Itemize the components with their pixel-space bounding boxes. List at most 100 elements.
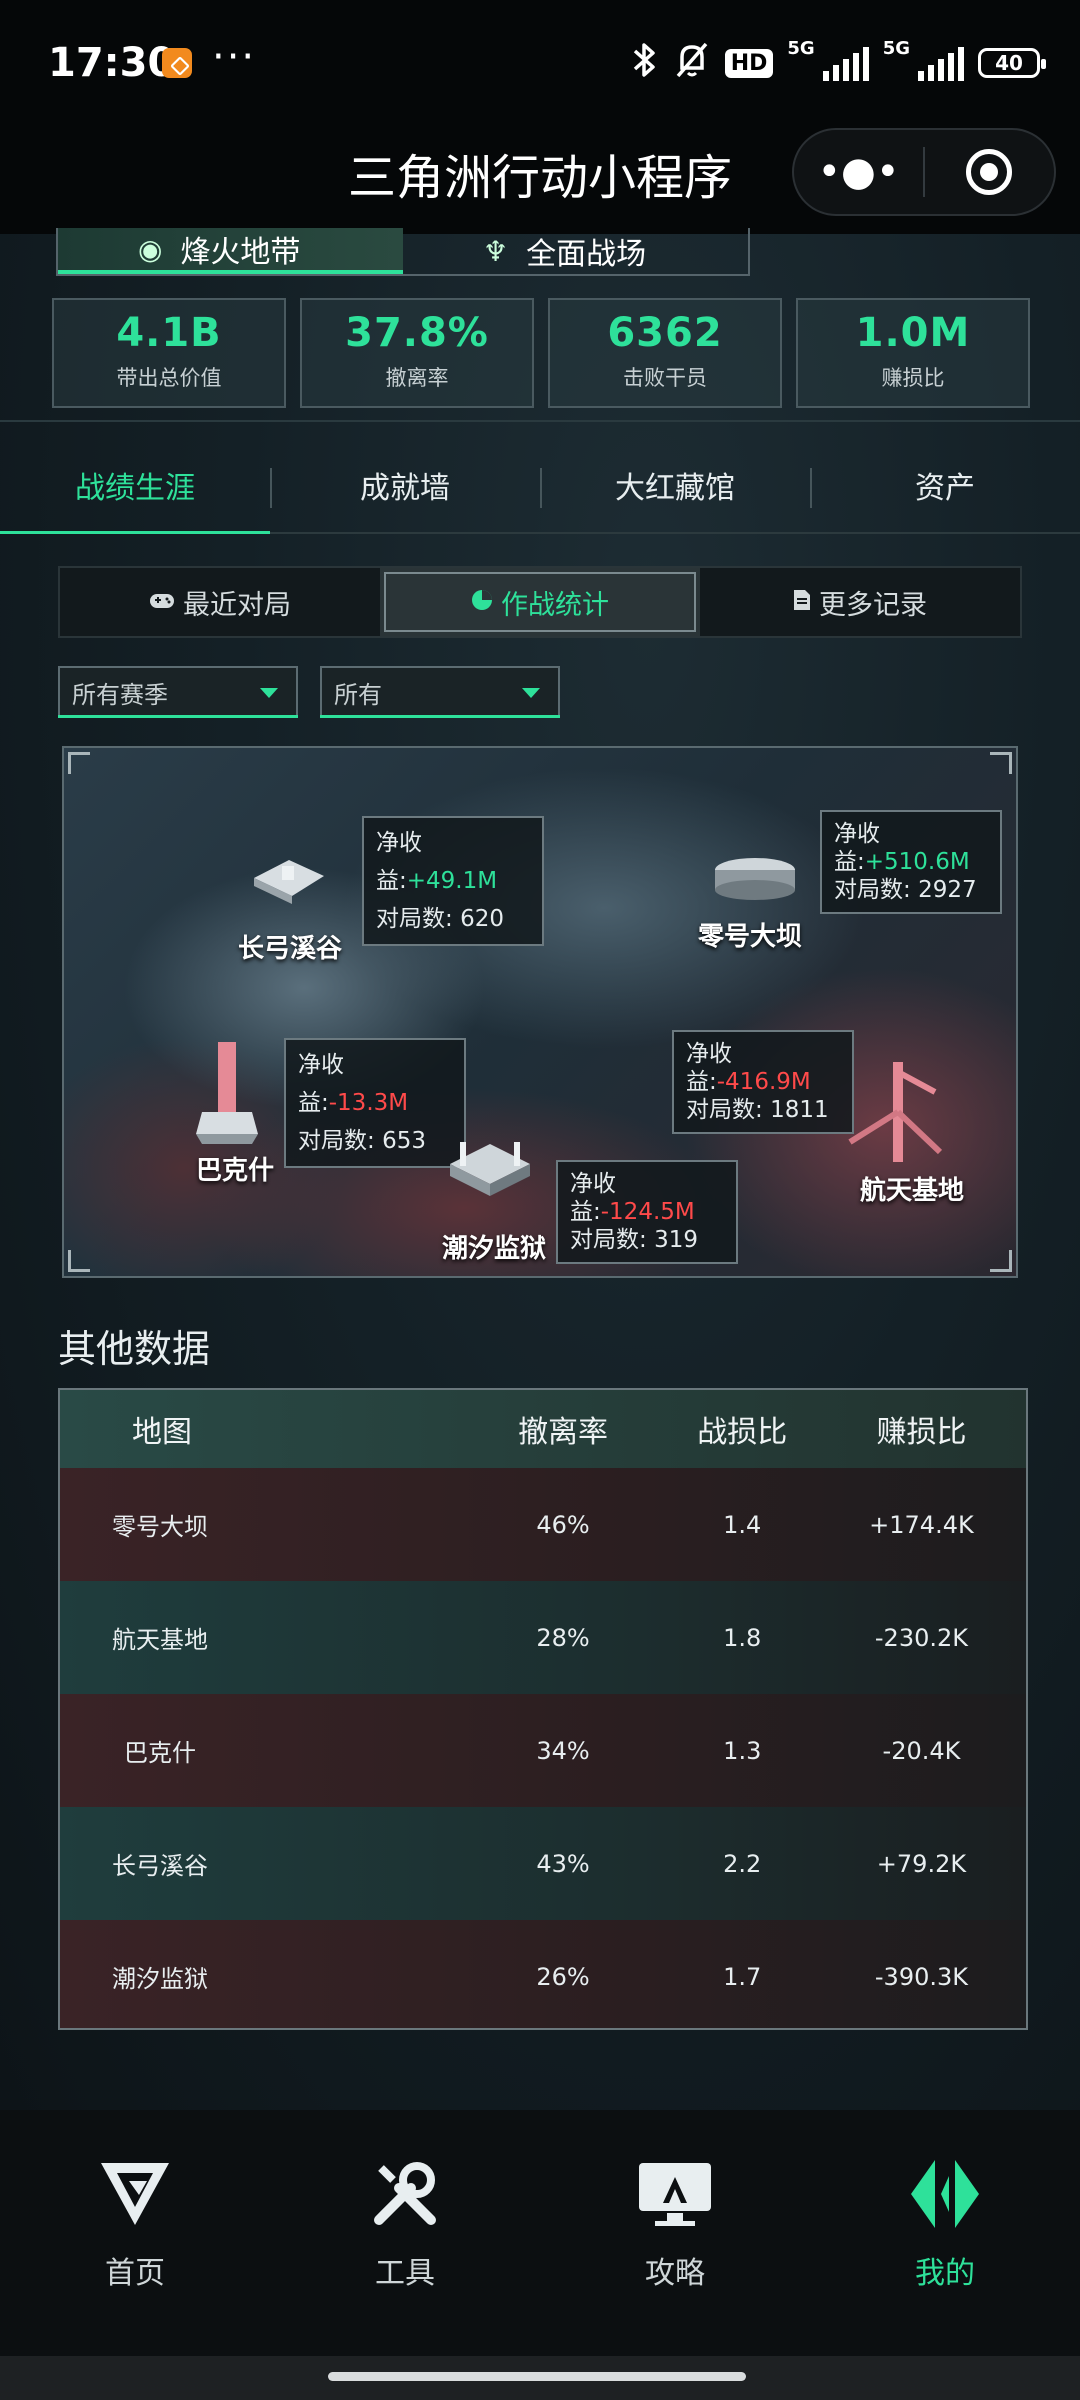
tab-assets[interactable]: 资产	[810, 438, 1080, 532]
cell-extraction: 26%	[536, 1962, 590, 1991]
net-profit-label: 净收	[570, 1171, 616, 1197]
stat-value: 1.0M	[855, 310, 971, 356]
cell-extraction: 46%	[536, 1510, 590, 1539]
cell-profit-loss: +79.2K	[876, 1849, 967, 1878]
match-count-label: 对局数:	[376, 906, 461, 932]
mode-select-value: 所有	[334, 680, 382, 709]
network-type-1: 5G	[787, 38, 815, 59]
map-location-name: 巴克什	[196, 1156, 275, 1186]
net-profit-label: 益:	[570, 1199, 601, 1225]
match-count-value: 2927	[918, 877, 977, 903]
tools-icon	[365, 2154, 445, 2234]
map-location-card[interactable]: 净收 益:+510.6M 对局数: 2927	[820, 810, 1002, 914]
stat-profit-loss-ratio: 1.0M 赚损比	[796, 298, 1030, 408]
prison-location-icon[interactable]	[440, 1124, 540, 1208]
match-count-label: 对局数:	[298, 1128, 383, 1154]
nav-label: 我的	[915, 2256, 975, 2291]
cell-profit-loss: -20.4K	[882, 1736, 961, 1765]
map-location-name: 零号大坝	[698, 922, 803, 952]
battery-icon: 40	[978, 48, 1046, 78]
cell-extraction: 28%	[536, 1623, 590, 1652]
net-profit-line: 益:-416.9M	[686, 1068, 840, 1096]
stat-label: 撤离率	[385, 366, 449, 390]
match-count-value: 653	[382, 1128, 426, 1154]
map-location-card[interactable]: 净收 益:-416.9M 对局数: 1811	[672, 1030, 854, 1134]
stat-value: 4.1B	[116, 310, 222, 356]
column-header-profit-loss: 赚损比	[876, 1415, 967, 1450]
map-location-card[interactable]: 净收益:-13.3M 对局数: 653	[284, 1038, 466, 1168]
profile-logo-icon	[905, 2154, 985, 2234]
mode-tab-fire-zone[interactable]: ◉ 烽火地带	[58, 228, 403, 274]
network-type-2: 5G	[882, 38, 910, 59]
nav-label: 首页	[105, 2256, 165, 2291]
net-profit-line: 净收益:-13.3M	[298, 1046, 452, 1122]
net-profit-value: +49.1M	[406, 868, 498, 894]
net-profit-value: -124.5M	[600, 1199, 695, 1225]
season-select[interactable]: 所有赛季	[58, 666, 298, 718]
net-profit-label: 净收	[686, 1041, 732, 1067]
table-row: 潮汐监狱 26% 1.7 -390.3K	[60, 1920, 1026, 2028]
tab-more-records[interactable]: 更多记录	[700, 568, 1020, 636]
status-icons: HD 5G 5G 40	[631, 38, 1046, 88]
cell-extraction: 34%	[536, 1736, 590, 1765]
bottom-navigation: 首页 工具 攻略 我的	[0, 2110, 1080, 2356]
home-logo-icon	[95, 2154, 175, 2234]
column-header-kd: 战损比	[697, 1415, 788, 1450]
summary-stats: 4.1B 带出总价值 37.8% 撤离率 6362 击败干员 1.0M 赚损比	[52, 298, 1030, 408]
nav-home[interactable]: 首页	[0, 2110, 270, 2356]
mode-tab-full-battle[interactable]: ♆ 全面战场	[403, 228, 748, 274]
stat-label: 击败干员	[623, 366, 707, 390]
cell-profit-loss: +174.4K	[869, 1510, 974, 1539]
net-profit-line: 净收益:+49.1M	[376, 824, 530, 900]
map-location-card[interactable]: 净收益:+49.1M 对局数: 620	[362, 816, 544, 946]
tab-collection[interactable]: 大红藏馆	[540, 438, 810, 532]
dam-location-icon[interactable]	[710, 848, 800, 912]
table-header: 地图 撤离率 战损比 赚损比	[60, 1390, 1026, 1468]
bluetooth-icon	[631, 40, 659, 86]
battle-stats-map: 长弓溪谷 净收益:+49.1M 对局数: 620 零号大坝 净收 益:+510.…	[62, 746, 1018, 1278]
stat-total-value: 4.1B 带出总价值	[52, 298, 286, 408]
status-bar: 17:30 ··· HD 5G 5G 40	[0, 0, 1080, 128]
tower-location-icon[interactable]	[192, 1038, 262, 1152]
net-profit-label: 净收	[834, 821, 880, 847]
shield-emblem-icon: ♆	[483, 234, 509, 268]
cell-profit-loss: -390.3K	[874, 1962, 968, 1991]
match-count-line: 对局数: 319	[570, 1226, 724, 1254]
frame-corner	[990, 752, 1012, 774]
match-count-line: 对局数: 1811	[686, 1096, 840, 1124]
tab-achievements[interactable]: 成就墙	[270, 438, 540, 532]
home-indicator[interactable]	[328, 2372, 746, 2381]
notification-app-icon	[162, 48, 192, 78]
cell-map: 零号大坝	[112, 1513, 208, 1541]
match-count-line: 对局数: 653	[298, 1122, 452, 1160]
table-row: 零号大坝 46% 1.4 +174.4K	[60, 1468, 1026, 1581]
cell-profit-loss: -230.2K	[874, 1623, 968, 1652]
document-icon	[793, 587, 811, 618]
mode-select[interactable]: 所有	[320, 666, 560, 718]
nav-profile[interactable]: 我的	[810, 2110, 1080, 2356]
stat-operators-defeated: 6362 击败干员	[548, 298, 782, 408]
rocket-base-location-icon[interactable]	[840, 1052, 950, 1176]
cell-map: 航天基地	[112, 1626, 208, 1654]
tab-career[interactable]: 战绩生涯	[0, 438, 270, 534]
tab-recent-matches[interactable]: 最近对局	[60, 568, 380, 636]
more-options-button[interactable]: •●•	[794, 130, 923, 214]
nav-tools[interactable]: 工具	[270, 2110, 540, 2356]
valley-location-icon[interactable]	[244, 848, 334, 912]
hd-voice-icon: HD	[724, 48, 774, 78]
map-location-name: 潮汐监狱	[442, 1234, 547, 1264]
frame-corner	[68, 1250, 90, 1272]
nav-label: 工具	[375, 2256, 435, 2291]
stat-value: 6362	[607, 310, 723, 356]
chevron-down-icon	[522, 688, 540, 698]
nav-guides[interactable]: 攻略	[540, 2110, 810, 2356]
table-row: 航天基地 28% 1.8 -230.2K	[60, 1581, 1026, 1694]
more-dots-icon: •●•	[817, 149, 900, 195]
map-location-card[interactable]: 净收 益:-124.5M 对局数: 319	[556, 1160, 738, 1264]
status-time: 17:30	[48, 40, 176, 86]
table-row: 巴克什 34% 1.3 -20.4K	[60, 1694, 1026, 1807]
match-count-value: 1811	[770, 1097, 829, 1123]
cell-map: 巴克什	[124, 1739, 196, 1767]
close-program-button[interactable]	[925, 130, 1054, 214]
tab-battle-stats[interactable]: 作战统计	[380, 568, 700, 636]
